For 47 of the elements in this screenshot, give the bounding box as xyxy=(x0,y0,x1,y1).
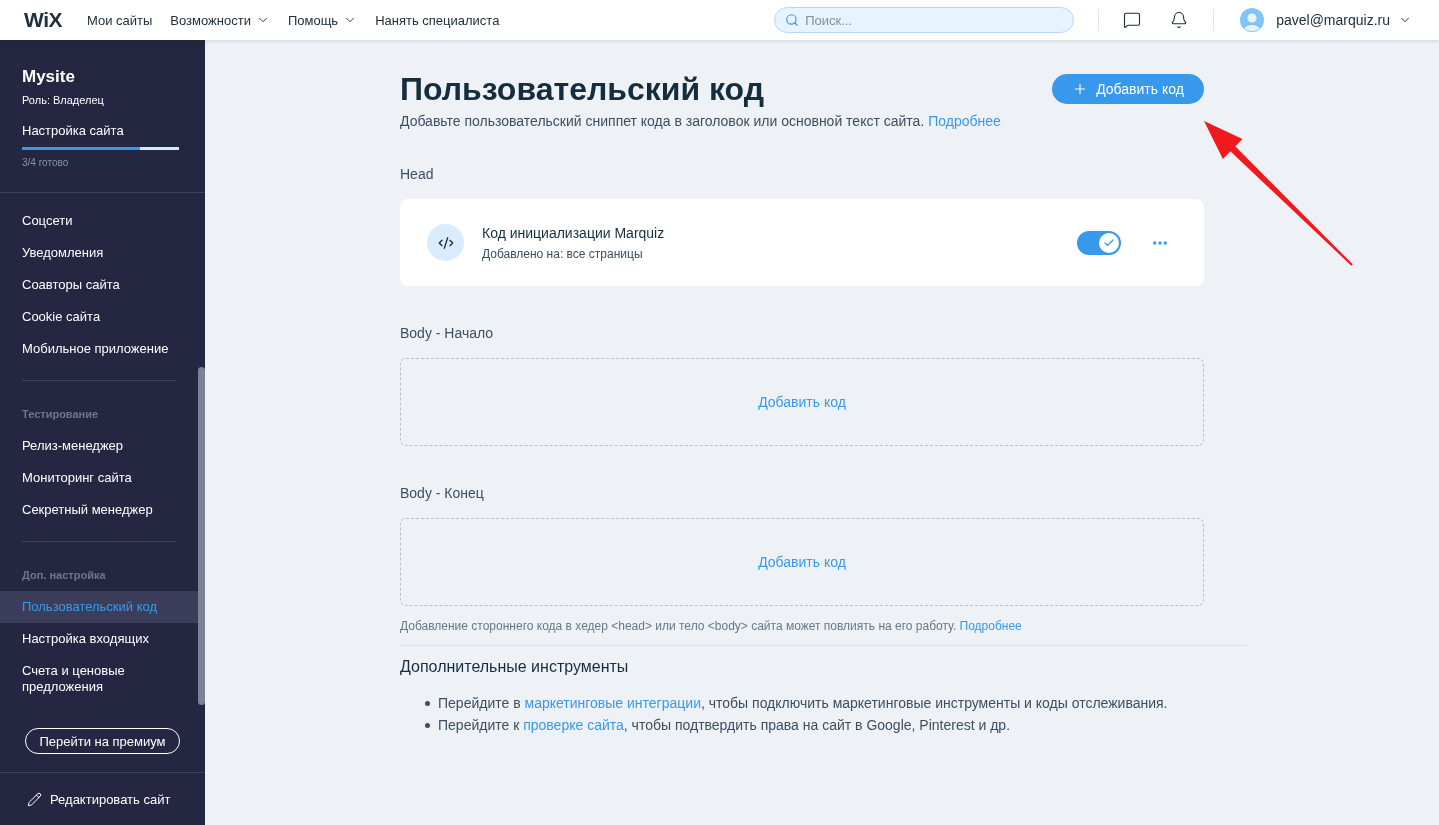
sidebar-item[interactable]: Уведомления xyxy=(0,237,198,269)
sidebar-item[interactable]: Секретный менеджер xyxy=(0,494,198,526)
section-title: Body - Конец xyxy=(400,484,485,502)
tool-hint: Перейдите к проверке сайта, чтобы подтвердить права на сайт в Google, Pinterest и др. xyxy=(438,716,1011,735)
setup-status: 3/4 готово xyxy=(22,157,70,169)
page-description: Добавьте пользовательский сниппет кода в заголовок или основной текст сайта. Подробнее xyxy=(400,112,1002,130)
site-role: Роль: Владелец xyxy=(22,93,105,107)
sidebar-item[interactable]: Соцсети xyxy=(0,205,198,237)
nav-menu-item[interactable]: Помощь xyxy=(287,12,358,28)
snippet-placement: Добавлено на: все страницы xyxy=(482,245,644,262)
section-title: Head xyxy=(400,165,435,183)
search-icon xyxy=(785,13,800,27)
tools-heading: Дополнительные инструменты xyxy=(400,657,630,677)
avatar-icon xyxy=(1240,8,1265,32)
search-field[interactable]: Поиск... xyxy=(774,7,1075,33)
toggle-switch[interactable] xyxy=(1077,230,1121,255)
bell-icon[interactable] xyxy=(1170,11,1189,29)
bullet-icon xyxy=(425,722,430,728)
setup-title[interactable]: Настройка сайта xyxy=(22,123,179,139)
edit-site-button[interactable]: Редактировать сайт xyxy=(0,773,205,825)
sidebar-item[interactable]: Мобильное приложение xyxy=(0,333,198,365)
chat-icon[interactable] xyxy=(1123,11,1142,29)
tool-hint: Перейдите в маркетинговые интеграции, чтобы подключить маркетинговые инструменты и коды отслеживания. xyxy=(438,694,1168,713)
sidebar-item[interactable]: Cookie сайта xyxy=(0,301,198,333)
sidebar-item[interactable]: Релиз-менеджер xyxy=(0,430,198,462)
logo[interactable]: WiX xyxy=(24,8,62,32)
sidebar-item[interactable]: Соавторы сайта xyxy=(0,269,198,301)
code-icon xyxy=(427,224,464,261)
section-title: Body - Начало xyxy=(400,324,495,342)
nav-menu-item[interactable]: Мои сайты xyxy=(87,12,153,28)
sidebar-item[interactable]: Пользовательский код xyxy=(0,591,198,623)
site-name: Mysite xyxy=(22,67,76,87)
warning-note: Добавление стороннего кода в хедер <head> или тело <body> сайта может повлиять на его работу. Подробнее xyxy=(400,618,1023,634)
sidebar-item[interactable]: Мониторинг сайта xyxy=(0,462,198,494)
sidebar-item[interactable]: Счета и ценовые предложения xyxy=(0,655,198,703)
scrollbar-thumb[interactable] xyxy=(198,367,205,705)
account-menu[interactable]: pavel@marquiz.ru xyxy=(1240,8,1412,32)
pencil-icon xyxy=(27,791,42,807)
page-title: Пользовательский код xyxy=(400,71,764,107)
sidebar-section-title: Доп. настройка xyxy=(21,568,107,583)
sidebar-item[interactable]: Настройка входящих xyxy=(0,623,198,655)
search-input[interactable]: Поиск... xyxy=(805,12,1064,28)
bullet-icon xyxy=(425,700,430,706)
nav-menu-item[interactable]: Возможности xyxy=(170,12,270,28)
snippet-name: Код инициализации Marquiz xyxy=(482,223,666,242)
nav-menu-item[interactable]: Нанять специалиста xyxy=(375,12,500,28)
sidebar-section-title: Тестирование xyxy=(21,407,100,422)
